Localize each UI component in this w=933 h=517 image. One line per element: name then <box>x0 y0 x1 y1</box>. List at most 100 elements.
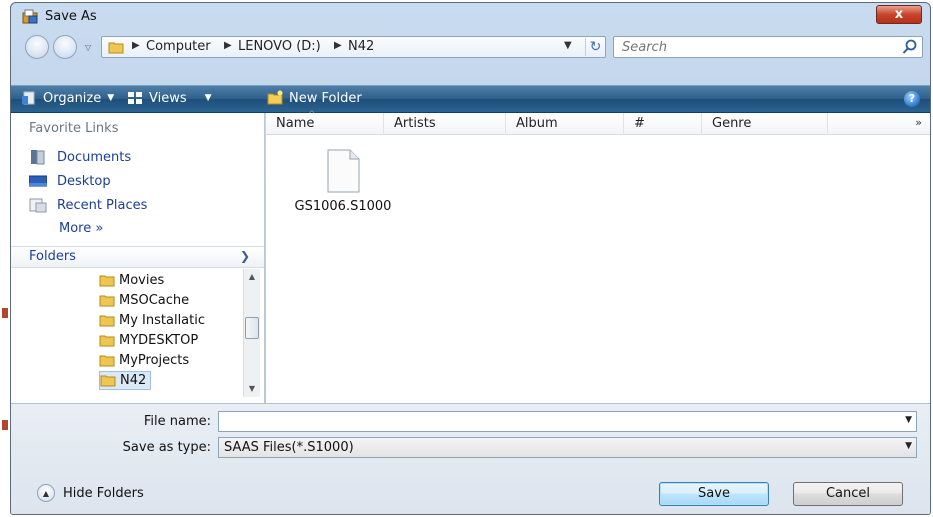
column-label: Genre <box>712 116 752 131</box>
folder-label: MSOCache <box>119 293 190 308</box>
chevron-down-icon[interactable]: ❯ <box>240 249 250 263</box>
save-options-panel: File name: ▼ Save as type: SAAS Files(*.… <box>11 403 930 514</box>
search-input[interactable] <box>620 39 880 56</box>
favorite-desktop[interactable]: Desktop <box>29 173 111 189</box>
folder-icon <box>100 375 116 387</box>
forward-button[interactable] <box>53 35 77 59</box>
favorite-label: Documents <box>57 149 132 165</box>
folder-item-msocache[interactable]: MSOCache <box>99 291 189 310</box>
folder-item-mydesktop[interactable]: MYDESKTOP <box>99 331 198 350</box>
save-as-icon <box>22 9 38 24</box>
scroll-down-icon[interactable]: ▼ <box>244 381 260 397</box>
recent-pages-dropdown-icon[interactable]: ▽ <box>85 43 91 52</box>
folder-label: Movies <box>119 273 165 288</box>
command-bar: Organize ▼ Views ▼ New Folder ? <box>11 85 930 113</box>
hide-folders-label: Hide Folders <box>63 485 144 501</box>
new-folder-icon <box>267 90 283 105</box>
desktop-icon <box>29 175 47 187</box>
save-as-dialog: Save As x ▽ ▶ Computer ▶ LENOVO (D:) ▶ N… <box>10 2 931 515</box>
favorite-label: Desktop <box>57 173 111 189</box>
address-box[interactable]: ▶ Computer ▶ LENOVO (D:) ▶ N42 ▼ ↻ <box>101 36 606 58</box>
more-link[interactable]: More » <box>59 221 103 236</box>
folder-icon <box>99 275 115 287</box>
column-artists[interactable]: Artists <box>384 113 506 135</box>
breadcrumb-folder[interactable]: N42 <box>348 39 374 54</box>
folder-label: My Installatic <box>119 313 205 328</box>
generic-file-icon <box>327 149 360 193</box>
address-bar: ▽ ▶ Computer ▶ LENOVO (D:) ▶ N42 ▼ ↻ <box>11 31 930 63</box>
favorite-label: Recent Places <box>57 197 148 213</box>
folder-item-myprojects[interactable]: MyProjects <box>99 351 189 370</box>
column-album[interactable]: Album <box>506 113 624 135</box>
views-label: Views <box>149 90 187 106</box>
navigation-pane: Favorite Links Documents Desktop Recent … <box>11 113 265 403</box>
file-name-combobox[interactable]: ▼ <box>218 411 917 432</box>
file-name-label: File name: <box>143 414 211 429</box>
scrollbar-thumb[interactable] <box>245 317 259 339</box>
breadcrumb-arrow-icon[interactable]: ▶ <box>334 40 342 51</box>
scroll-up-icon[interactable]: ▲ <box>244 269 260 285</box>
breadcrumb-computer[interactable]: Computer <box>146 39 211 54</box>
help-icon[interactable]: ? <box>904 91 920 107</box>
breadcrumb-arrow-icon[interactable]: ▶ <box>224 40 232 51</box>
folder-icon <box>108 42 124 54</box>
cancel-button[interactable]: Cancel <box>793 482 903 506</box>
column-label: # <box>634 116 645 131</box>
address-dropdown-icon[interactable]: ▼ <box>564 40 572 51</box>
folder-item-my-installations[interactable]: My Installatic <box>99 311 205 330</box>
file-item[interactable]: GS1006.S1000 <box>288 149 398 214</box>
folder-icon <box>99 295 115 307</box>
folders-header[interactable]: Folders ❯ <box>11 246 264 268</box>
folder-item-n42[interactable]: N42 <box>99 371 152 390</box>
search-icon[interactable] <box>902 39 918 55</box>
folder-icon <box>99 355 115 367</box>
file-list-pane: ^ Name Artists Album # Genre » GS1006.S1… <box>266 110 930 403</box>
column-headers: ^ Name Artists Album # Genre » <box>266 110 930 135</box>
folder-label: MyProjects <box>119 353 190 368</box>
folder-tree: Movies MSOCache My Installatic MYDESKTOP… <box>11 269 243 397</box>
file-name-input[interactable] <box>223 413 883 430</box>
column-track-number[interactable]: # <box>624 113 702 135</box>
views-menu[interactable]: Views ▼ <box>127 90 212 106</box>
chevron-down-icon[interactable]: ▼ <box>905 415 912 425</box>
views-icon <box>128 92 142 104</box>
folder-label: MYDESKTOP <box>119 333 199 348</box>
save-type-value: SAAS Files(*.S1000) <box>224 440 354 455</box>
more-columns-icon[interactable]: » <box>915 116 922 129</box>
chevron-down-icon[interactable]: ▼ <box>905 441 912 451</box>
organize-label: Organize <box>43 90 102 106</box>
folder-tree-scrollbar[interactable]: ▲ ▼ <box>243 269 260 397</box>
back-button[interactable] <box>25 35 49 59</box>
hide-folders-button[interactable]: ▲ Hide Folders <box>37 484 144 502</box>
close-button[interactable]: x <box>876 5 922 24</box>
chevron-down-icon: ▼ <box>107 93 115 103</box>
organize-icon <box>22 91 35 105</box>
collapse-up-icon: ▲ <box>37 484 55 502</box>
background-artifact <box>2 420 8 430</box>
new-folder-label: New Folder <box>289 90 362 106</box>
background-artifact <box>2 308 8 318</box>
folder-icon <box>99 335 115 347</box>
new-folder-button[interactable]: New Folder <box>267 90 362 106</box>
save-type-label: Save as type: <box>122 440 211 455</box>
breadcrumb-drive[interactable]: LENOVO (D:) <box>238 39 321 54</box>
folders-label: Folders <box>29 249 76 264</box>
window-title: Save As <box>45 9 97 24</box>
save-type-select[interactable]: SAAS Files(*.S1000) ▼ <box>218 437 917 458</box>
folder-label: N42 <box>120 373 147 388</box>
favorite-links-heading: Favorite Links <box>29 121 119 136</box>
folder-item-movies[interactable]: Movies <box>99 271 164 290</box>
column-name[interactable]: ^ Name <box>266 110 384 135</box>
breadcrumb-arrow-icon[interactable]: ▶ <box>132 40 140 51</box>
refresh-icon[interactable]: ↻ <box>585 38 605 56</box>
save-button[interactable]: Save <box>659 482 769 506</box>
chevron-down-icon: ▼ <box>204 93 212 103</box>
file-name: GS1006.S1000 <box>294 199 392 214</box>
documents-icon <box>31 150 45 165</box>
search-box[interactable] <box>613 36 923 58</box>
folder-icon <box>99 315 115 327</box>
favorite-recent-places[interactable]: Recent Places <box>29 197 147 213</box>
column-genre[interactable]: Genre <box>702 113 828 135</box>
organize-menu[interactable]: Organize ▼ <box>21 90 114 106</box>
favorite-documents[interactable]: Documents <box>29 149 131 165</box>
